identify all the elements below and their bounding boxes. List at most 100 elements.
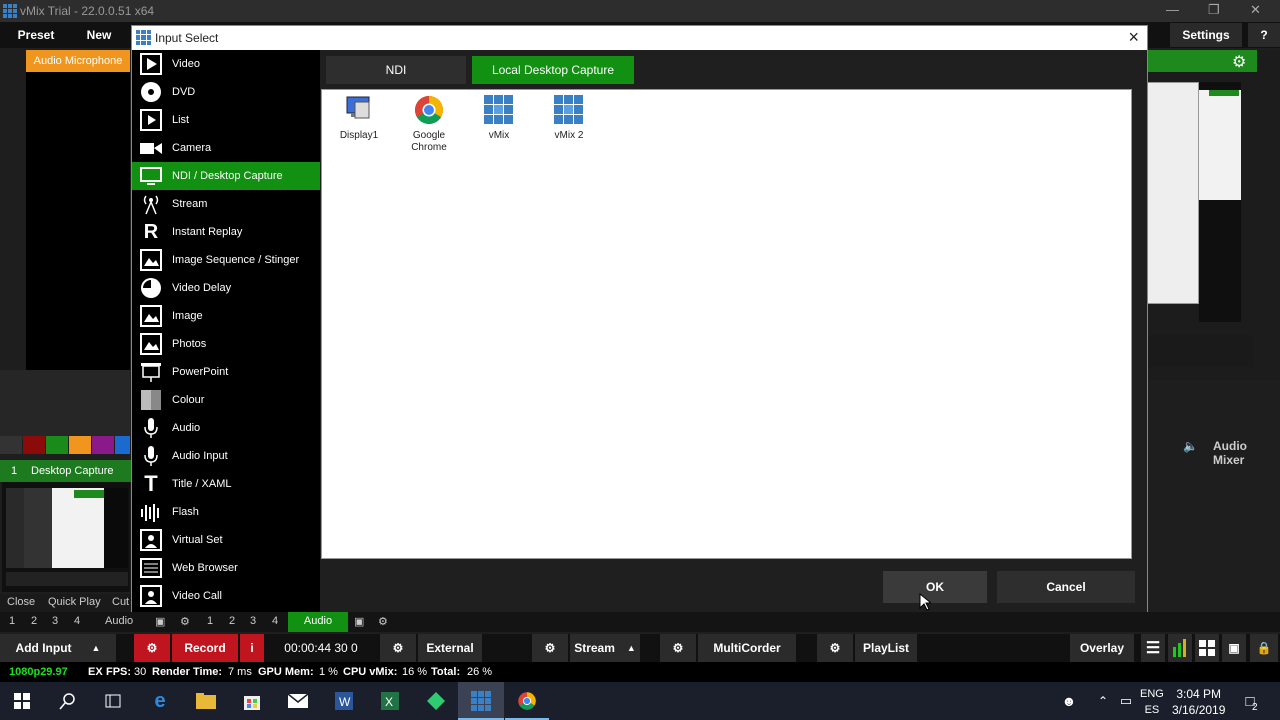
gear-icon[interactable]: ⚙ — [378, 615, 388, 628]
clock[interactable]: 3:04 PM 3/16/2019 — [1172, 686, 1225, 718]
source-display1[interactable]: Display1 — [327, 94, 391, 142]
monitor-icon[interactable]: ▣ — [354, 615, 364, 628]
audio-microphone-label[interactable]: Audio Microphone — [26, 50, 130, 72]
overlay-button[interactable]: Overlay — [1070, 634, 1134, 662]
image-sequence-icon — [140, 249, 162, 271]
layer-button-2[interactable]: 2 — [31, 615, 37, 627]
windows-start-icon[interactable] — [12, 691, 32, 711]
settings-button[interactable]: Settings — [1170, 23, 1242, 47]
new-button[interactable]: New — [72, 23, 126, 47]
category-image-sequence[interactable]: Image Sequence / Stinger — [132, 246, 320, 274]
multicorder-gear-icon[interactable]: ⚙ — [660, 634, 696, 662]
audio-active-button[interactable]: Audio — [288, 612, 348, 632]
multiview-icon[interactable] — [1195, 634, 1219, 662]
colour-swatch[interactable] — [0, 436, 22, 454]
record-settings-gear-icon[interactable]: ⚙ — [134, 634, 170, 662]
input-thumbnail[interactable] — [2, 482, 130, 592]
category-ndi-desktop-capture[interactable]: NDI / Desktop Capture — [132, 162, 320, 190]
layer-button-3[interactable]: 3 — [52, 615, 58, 627]
cancel-button[interactable]: Cancel — [997, 571, 1135, 603]
category-video-delay[interactable]: Video Delay — [132, 274, 320, 302]
category-list[interactable]: List — [132, 106, 320, 134]
overlay-button-3[interactable]: 3 — [250, 615, 256, 627]
source-vmix-2[interactable]: vMix 2 — [537, 94, 601, 142]
app-icon[interactable] — [426, 691, 446, 711]
external-gear-icon[interactable]: ⚙ — [380, 634, 416, 662]
category-virtual-set[interactable]: Virtual Set — [132, 526, 320, 554]
record-button[interactable]: Record — [172, 634, 238, 662]
gear-icon[interactable]: ⚙ — [1232, 52, 1252, 71]
multicorder-button[interactable]: MultiCorder — [698, 634, 796, 662]
file-explorer-icon[interactable] — [196, 691, 216, 711]
network-icon[interactable]: ▭ — [1116, 691, 1136, 711]
category-photos[interactable]: Photos — [132, 330, 320, 358]
stream-button[interactable]: Stream ▲ — [570, 634, 640, 662]
category-audio[interactable]: Audio — [132, 414, 320, 442]
playlist-button[interactable]: PlayList — [855, 634, 917, 662]
excel-icon[interactable]: X — [380, 691, 400, 711]
layer-button-1[interactable]: 1 — [9, 615, 15, 627]
record-info-button[interactable]: i — [240, 634, 264, 662]
tab-local-desktop-capture[interactable]: Local Desktop Capture — [472, 56, 634, 84]
category-colour[interactable]: Colour — [132, 386, 320, 414]
audio-meter-icon[interactable] — [1168, 634, 1192, 662]
preset-button[interactable]: Preset — [1, 23, 71, 47]
store-icon[interactable] — [242, 691, 262, 711]
chrome-taskbar-icon[interactable] — [517, 691, 537, 711]
task-view-icon[interactable] — [103, 691, 123, 711]
colour-swatch[interactable] — [46, 436, 68, 454]
tab-ndi[interactable]: NDI — [326, 56, 466, 84]
category-powerpoint[interactable]: PowerPoint — [132, 358, 320, 386]
chevron-up-icon[interactable]: ⌃ — [1093, 691, 1113, 711]
playlist-gear-icon[interactable]: ⚙ — [817, 634, 853, 662]
dialog-close-icon[interactable]: × — [1128, 27, 1139, 48]
overlay-button-2[interactable]: 2 — [229, 615, 235, 627]
category-flash[interactable]: Flash — [132, 498, 320, 526]
gear-icon[interactable]: ⚙ — [180, 615, 190, 628]
ok-button[interactable]: OK — [883, 571, 987, 603]
audio-button[interactable]: Audio — [105, 615, 133, 627]
word-icon[interactable]: W — [334, 691, 354, 711]
people-icon[interactable]: ☻ — [1059, 691, 1079, 711]
source-vmix[interactable]: vMix — [467, 94, 531, 142]
source-google-chrome[interactable]: Google Chrome — [397, 94, 461, 154]
category-video[interactable]: Video — [132, 50, 320, 78]
colour-swatch[interactable] — [23, 436, 45, 454]
category-title-xaml[interactable]: T Title / XAML — [132, 470, 320, 498]
video-call-icon — [140, 585, 162, 607]
overlay-button-1[interactable]: 1 — [207, 615, 213, 627]
add-input-button[interactable]: Add Input ▲ — [0, 634, 116, 662]
cut-button[interactable]: Cut — [112, 596, 129, 608]
minimize-icon[interactable]: — — [1166, 2, 1179, 17]
external-button[interactable]: External — [418, 634, 482, 662]
category-stream[interactable]: Stream — [132, 190, 320, 218]
restore-icon[interactable]: ❐ — [1208, 2, 1220, 18]
category-camera[interactable]: Camera — [132, 134, 320, 162]
category-audio-input[interactable]: Audio Input — [132, 442, 320, 470]
quick-play-button[interactable]: Quick Play — [48, 596, 101, 608]
window-close-icon[interactable]: ✕ — [1250, 2, 1261, 18]
search-icon[interactable] — [58, 691, 78, 711]
language-indicator[interactable]: ENG ES — [1140, 686, 1164, 718]
input-desktop-capture[interactable]: 1 Desktop Capture — [0, 460, 132, 482]
edge-browser-icon[interactable]: e — [150, 690, 170, 712]
help-button[interactable]: ? — [1248, 23, 1280, 47]
monitor-icon[interactable]: ▣ — [155, 615, 165, 628]
menu-icon[interactable]: ☰ — [1141, 634, 1165, 662]
category-instant-replay[interactable]: R Instant Replay — [132, 218, 320, 246]
layer-button-4[interactable]: 4 — [74, 615, 80, 627]
stream-gear-icon[interactable]: ⚙ — [532, 634, 568, 662]
category-image[interactable]: Image — [132, 302, 320, 330]
colour-swatch[interactable] — [69, 436, 91, 454]
category-video-call[interactable]: Video Call — [132, 582, 320, 610]
mail-icon[interactable] — [288, 691, 308, 711]
audio-mixer-label[interactable]: 🔈 Audio Mixer — [1175, 436, 1280, 467]
category-web-browser[interactable]: Web Browser — [132, 554, 320, 582]
lock-icon[interactable]: 🔒 — [1250, 634, 1278, 662]
snapshot-icon[interactable]: ▣ — [1222, 634, 1246, 662]
colour-swatch[interactable] — [115, 436, 130, 454]
close-input-button[interactable]: Close — [7, 596, 35, 608]
colour-swatch[interactable] — [92, 436, 114, 454]
category-dvd[interactable]: DVD — [132, 78, 320, 106]
overlay-button-4[interactable]: 4 — [272, 615, 278, 627]
